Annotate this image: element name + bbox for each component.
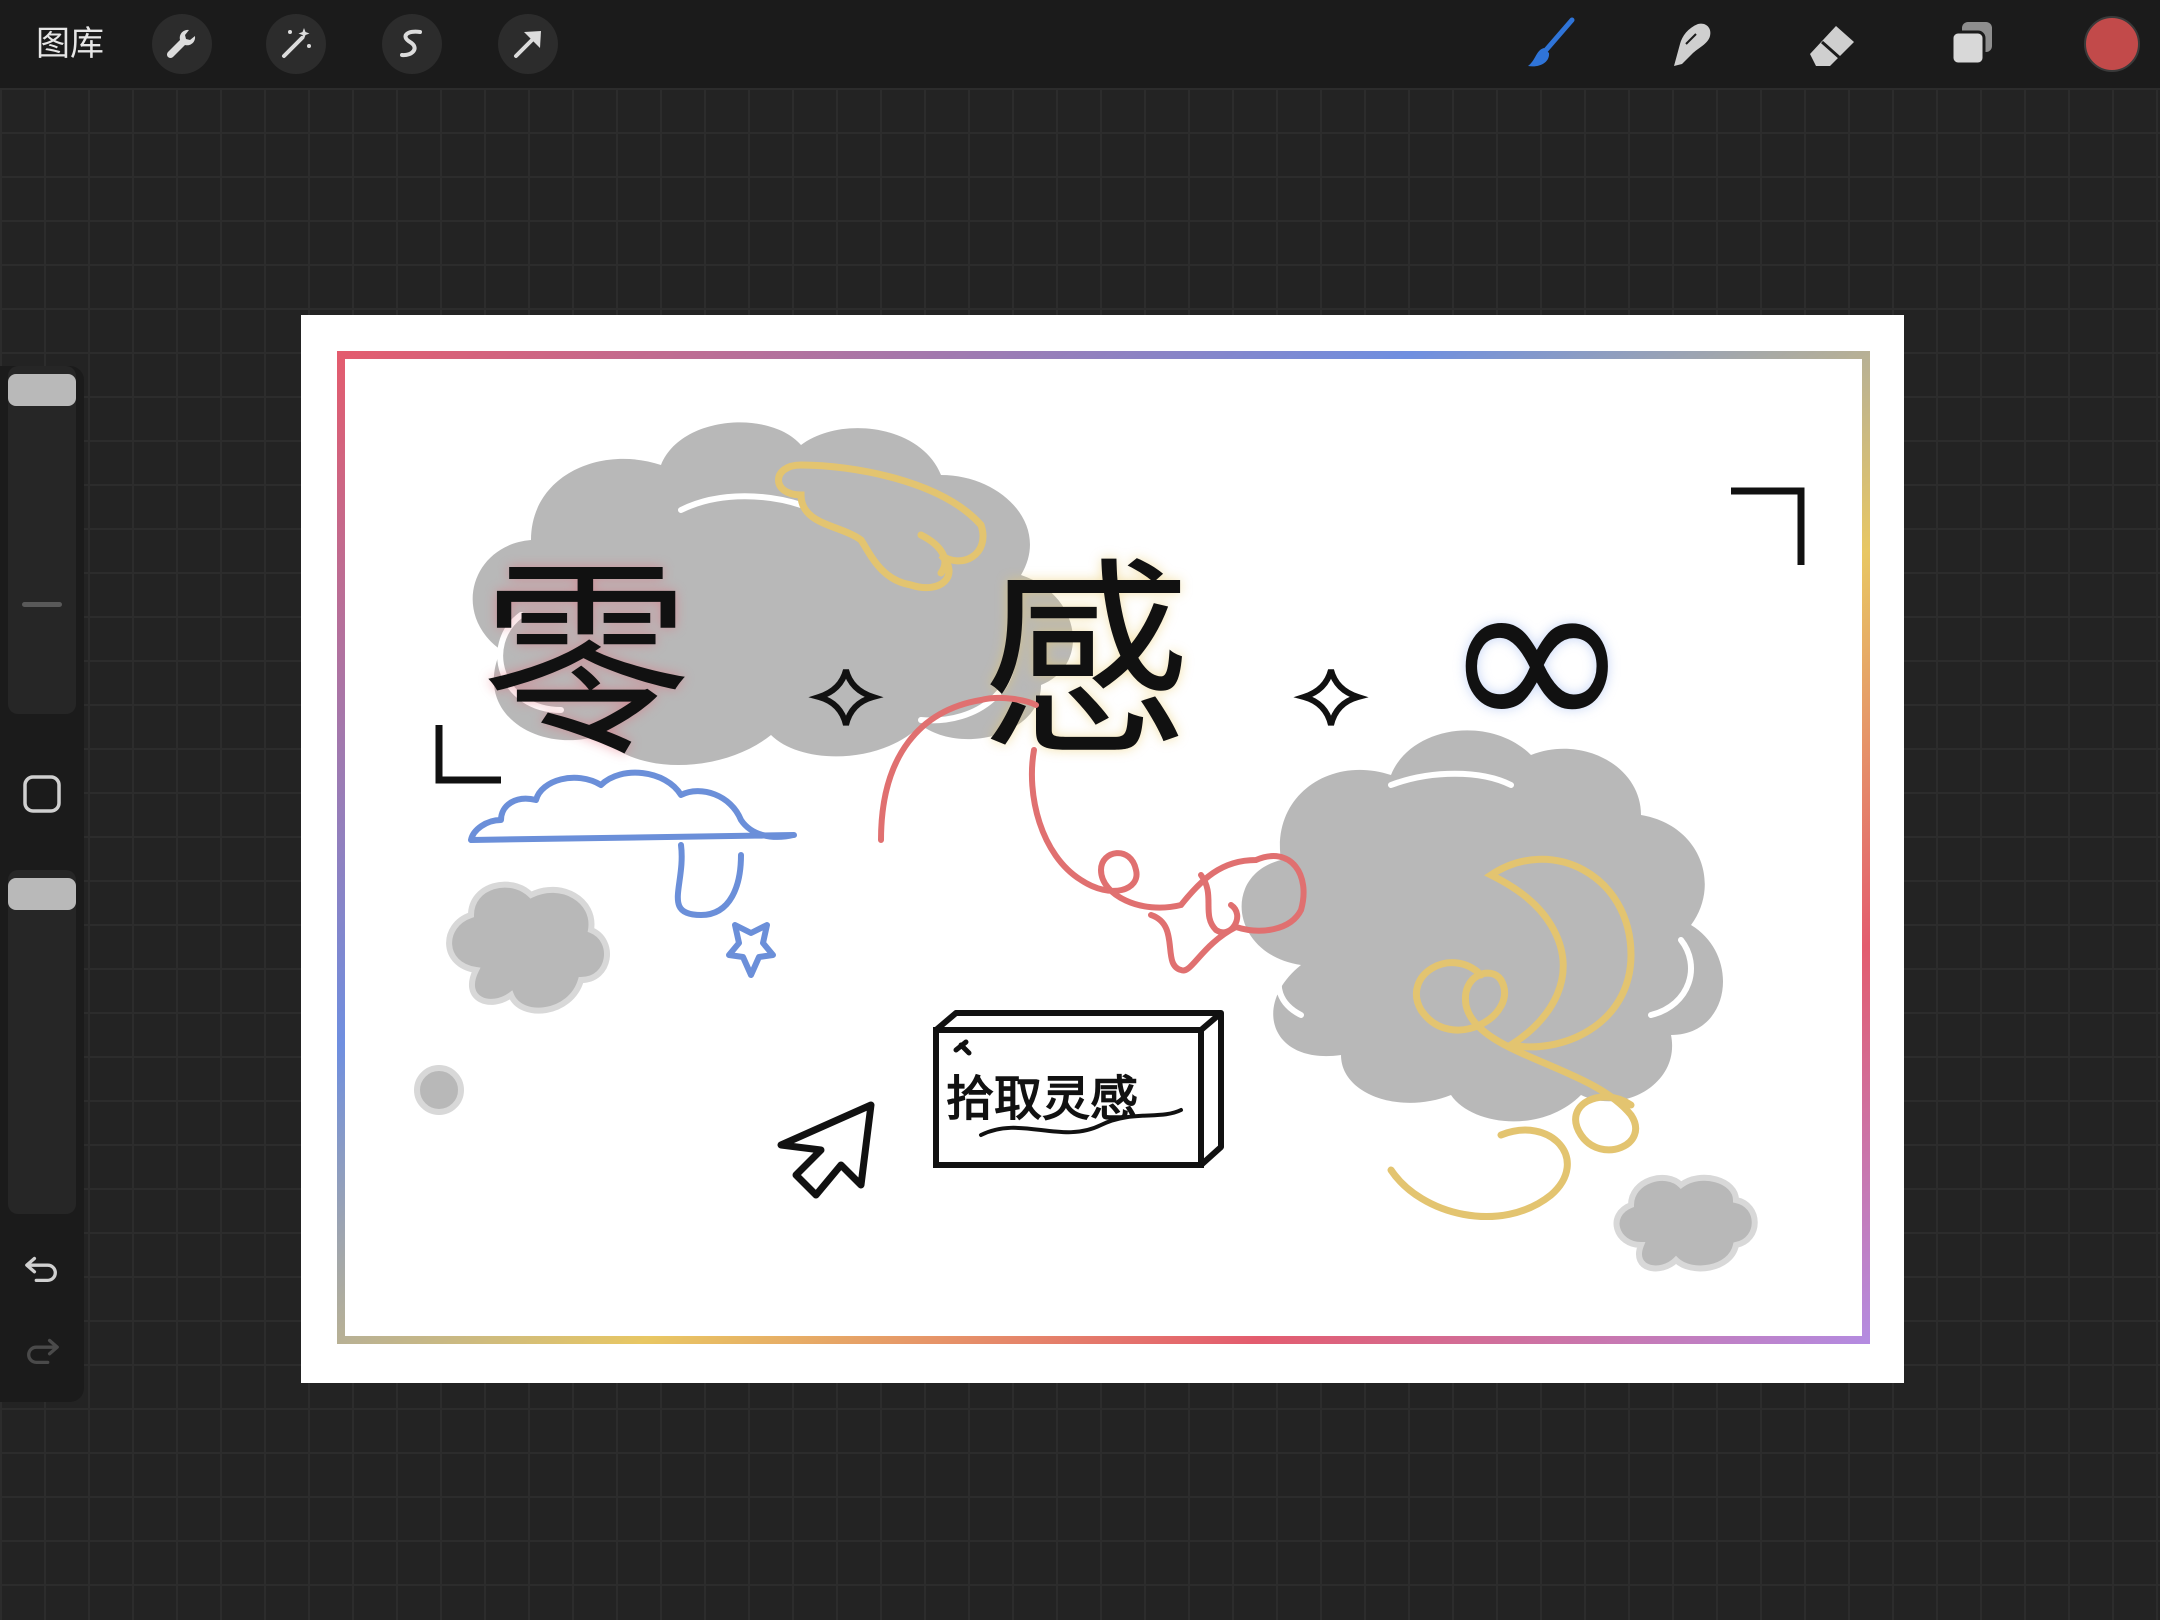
left-sidebar [0,366,84,1402]
corner-bracket-top-right [1731,487,1805,565]
actions-button[interactable] [152,14,212,74]
box-label: 拾取灵感 [946,1071,1138,1127]
transform-arrow-icon [514,31,541,58]
cursor-arrow-doodle [777,1101,875,1199]
brush-icon [1528,17,1575,67]
infinity-symbol: ∞ ∞ [1441,523,1633,790]
layers-button[interactable] [1938,10,2006,78]
brush-size-slider[interactable] [8,366,76,714]
svg-text:∞: ∞ [1441,523,1633,790]
brush-size-thumb[interactable] [8,374,76,406]
layers-icon [1950,22,1992,66]
undo-arrow-icon [25,1256,57,1283]
square-modify-icon [23,775,61,813]
gallery-button[interactable]: 图库 [36,22,104,66]
redo-arrow-icon [27,1338,59,1365]
selection-button[interactable] [382,14,442,74]
small-cloud-bottom-right [1613,1174,1758,1272]
svg-text:零: 零 [481,540,691,785]
drawing-canvas[interactable]: 零 零 感 感 ∞ ∞ 拾取灵感 [301,315,1904,1383]
inspiration-box-doodle: 拾取灵感 [933,1010,1224,1168]
redo-button[interactable] [16,1324,68,1376]
eraser-tool-button[interactable] [1798,10,1866,78]
slider-tick-mark [22,602,62,607]
eraser-icon [1810,26,1854,66]
canvas-artwork: 零 零 感 感 ∞ ∞ 拾取灵感 [337,351,1870,1344]
smudge-icon [1674,23,1711,66]
adjustments-button[interactable] [266,14,326,74]
transform-button[interactable] [498,14,558,74]
magic-wand-icon [282,28,311,58]
opacity-slider[interactable] [8,870,76,1214]
svg-text:感: 感 [981,540,1191,785]
color-picker-button[interactable] [2084,16,2140,72]
modify-button[interactable] [16,768,68,820]
top-toolbar: 图库 [0,0,2160,88]
brush-tool-button[interactable] [1518,10,1586,78]
smudge-tool-button[interactable] [1658,10,1726,78]
selection-icon [400,29,422,58]
small-cloud-left [446,881,610,1014]
big-char-ling: 零 零 [481,540,691,785]
undo-button[interactable] [16,1242,68,1294]
wrench-icon [166,29,196,59]
tiny-cloud-dot [414,1065,464,1115]
opacity-thumb[interactable] [8,878,76,910]
sparkle-star-2 [1293,669,1369,726]
big-char-gan: 感 感 [981,540,1191,785]
